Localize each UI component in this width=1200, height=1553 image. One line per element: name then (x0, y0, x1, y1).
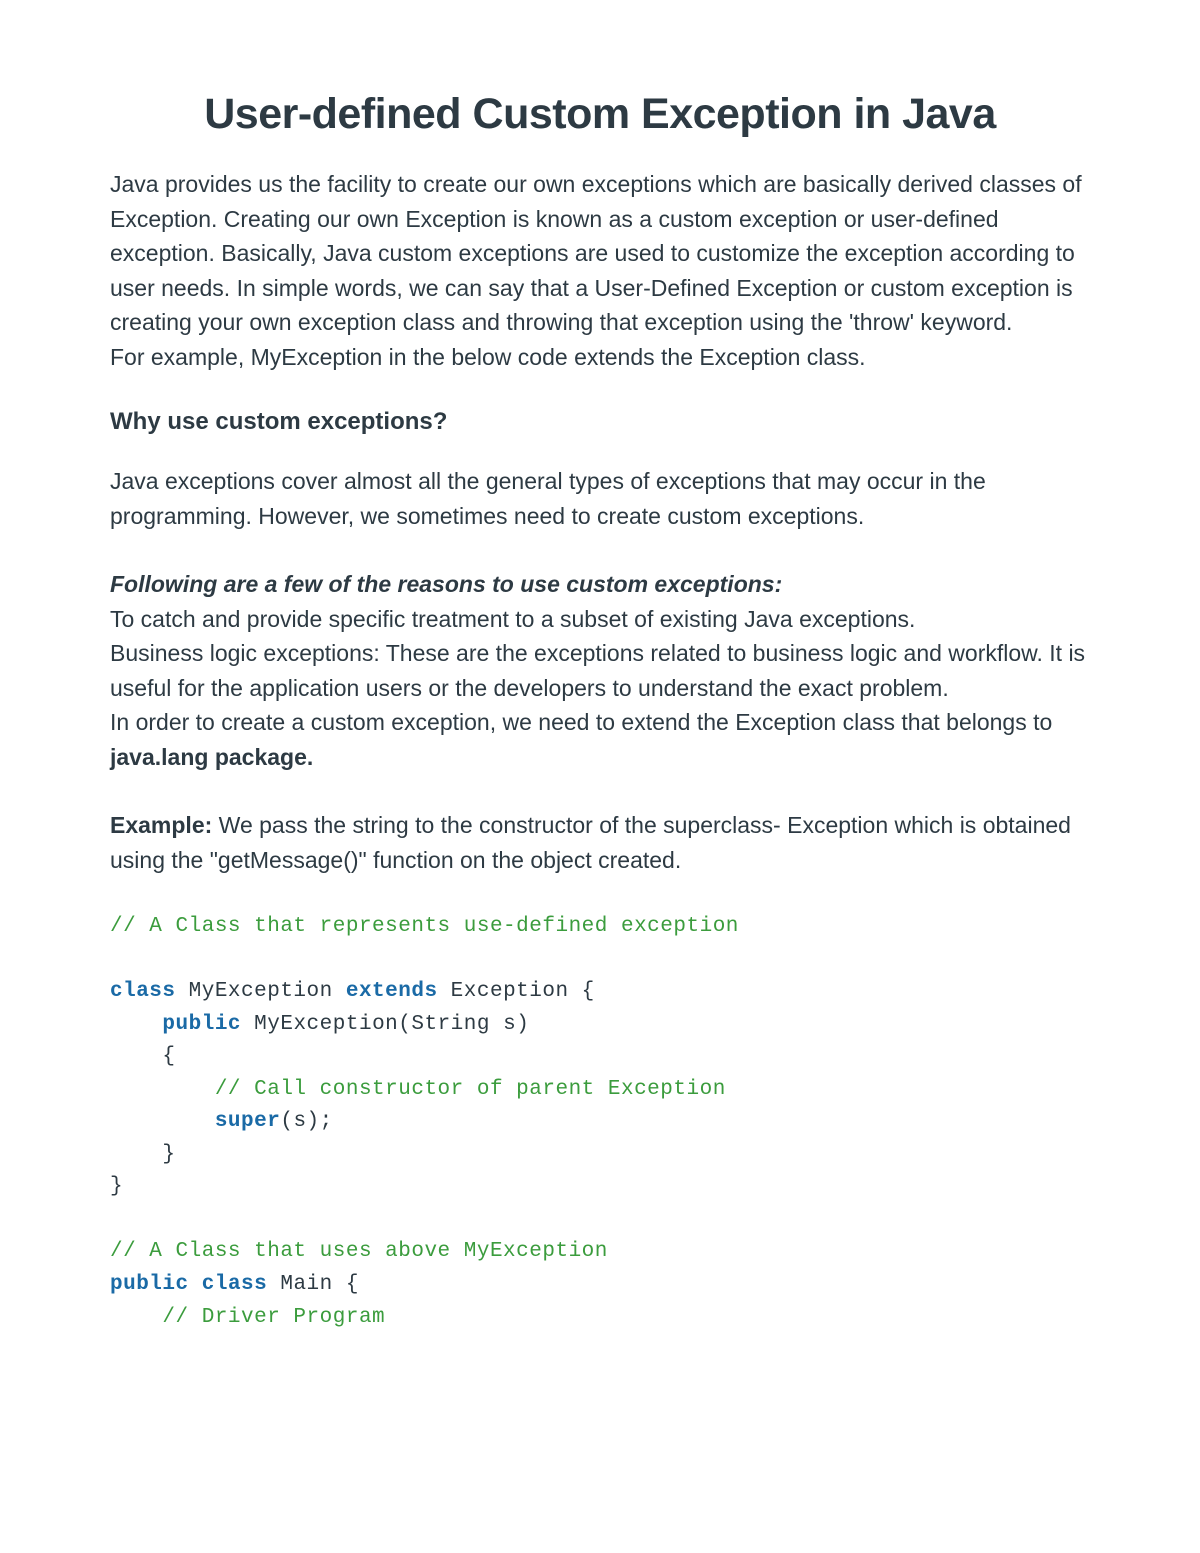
section-why-heading: Why use custom exceptions? (110, 408, 1090, 436)
reasons-heading: Following are a few of the reasons to us… (110, 571, 782, 597)
code-exception-open: Exception { (438, 980, 595, 1003)
code-keyword-public: public (162, 1013, 241, 1036)
example-body: We pass the string to the constructor of… (110, 812, 1071, 873)
code-main-sig: Main { (267, 1273, 359, 1296)
example-label: Example: (110, 812, 212, 838)
code-classname: MyException (176, 980, 346, 1003)
code-close-outer: } (110, 1175, 123, 1198)
code-close-inner: } (110, 1143, 176, 1166)
code-keyword-class-2: class (202, 1273, 268, 1296)
code-driver-comment: // Driver Program (110, 1306, 385, 1329)
reasons-bold-package: java.lang package. (110, 744, 313, 770)
code-ctor-comment: // Call constructor of parent Exception (110, 1078, 726, 1101)
code-super-args: (s); (280, 1110, 332, 1133)
intro-paragraph: Java provides us the facility to create … (110, 167, 1090, 374)
code-keyword-super: super (215, 1110, 281, 1133)
code-block: // A Class that represents use-defined e… (110, 911, 1090, 1334)
code-comment: // A Class that represents use-defined e… (110, 915, 739, 938)
code-comment-2: // A Class that uses above MyException (110, 1240, 608, 1263)
code-keyword-public-2: public (110, 1273, 189, 1296)
page-title: User-defined Custom Exception in Java (110, 90, 1090, 139)
code-ctor-sig: MyException(String s) (241, 1013, 529, 1036)
code-open-brace: { (110, 1045, 176, 1068)
example-block: Example: We pass the string to the const… (110, 808, 1090, 877)
code-keyword-extends: extends (346, 980, 438, 1003)
code-keyword-class: class (110, 980, 176, 1003)
reasons-body: To catch and provide specific treatment … (110, 606, 1085, 736)
why-paragraph: Java exceptions cover almost all the gen… (110, 464, 1090, 533)
reasons-block: Following are a few of the reasons to us… (110, 567, 1090, 774)
